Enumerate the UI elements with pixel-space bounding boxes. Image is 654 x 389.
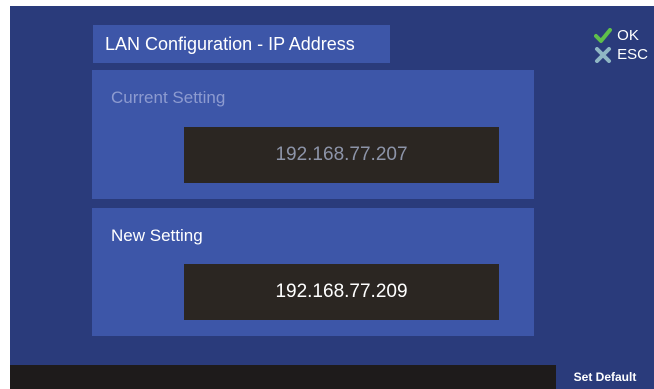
page-title: LAN Configuration - IP Address <box>93 25 390 63</box>
check-icon <box>594 27 613 43</box>
current-setting-panel: Current Setting 192.168.77.207 <box>92 70 534 199</box>
lan-config-screen: LAN Configuration - IP Address OK ESC Cu… <box>10 6 654 389</box>
new-ip-field[interactable]: 192.168.77.209 <box>184 264 499 320</box>
page-title-text: LAN Configuration - IP Address <box>105 33 355 54</box>
current-ip-field: 192.168.77.207 <box>184 127 499 183</box>
current-setting-label: Current Setting <box>111 88 226 107</box>
current-ip-value: 192.168.77.207 <box>275 144 408 165</box>
set-default-button[interactable]: Set Default <box>556 365 654 389</box>
esc-label: ESC <box>617 46 648 63</box>
new-setting-panel: New Setting 192.168.77.209 <box>92 208 534 336</box>
ok-button[interactable]: OK <box>594 26 648 45</box>
bottom-bar: Set Default <box>10 365 654 389</box>
ok-label: OK <box>617 27 639 44</box>
set-default-label: Set Default <box>573 370 637 384</box>
close-icon <box>595 46 612 63</box>
new-setting-label: New Setting <box>111 226 203 245</box>
ok-esc-controls: OK ESC <box>594 26 648 64</box>
new-ip-value: 192.168.77.209 <box>275 281 408 302</box>
esc-button[interactable]: ESC <box>594 45 648 64</box>
